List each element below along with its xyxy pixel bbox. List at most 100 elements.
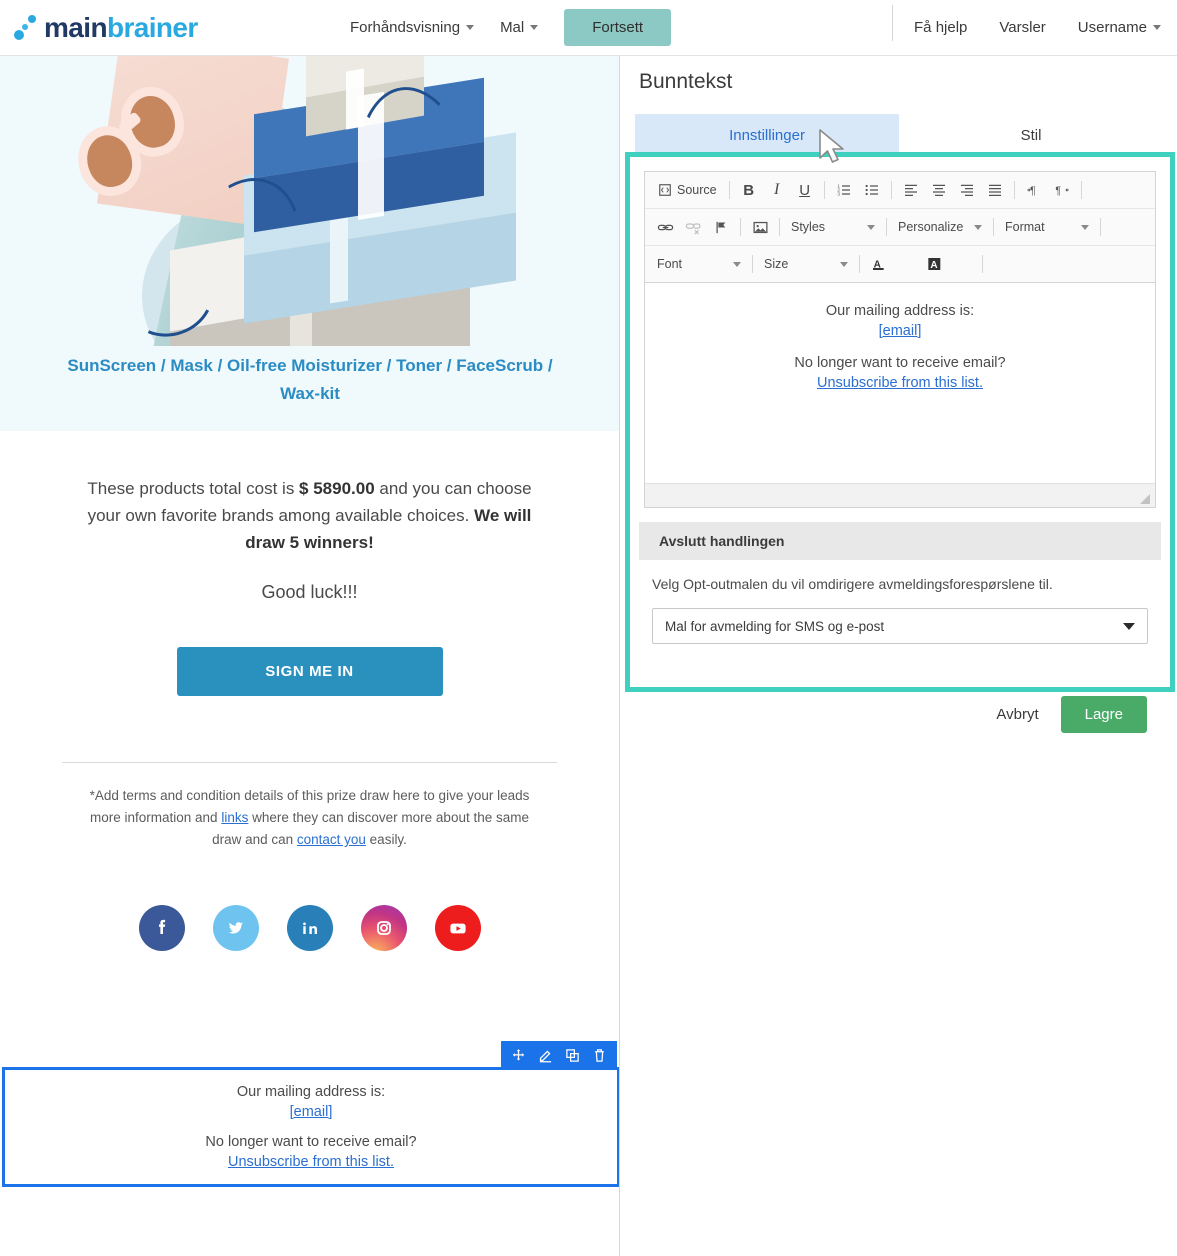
resize-grip-icon[interactable] [1140,494,1150,504]
link-icon[interactable] [652,214,678,240]
align-justify-icon[interactable] [982,177,1008,203]
nav-label-mal: Mal [500,19,525,36]
terms-link-contact-you[interactable]: contact you [297,832,366,847]
nav-label-forhandsvisning: Forhåndsvisning [350,19,461,36]
size-dropdown[interactable]: Size [758,252,854,276]
twitter-icon[interactable] [212,905,259,951]
settings-panel: Bunntekst Innstillinger Stil Source B I … [621,56,1177,1256]
footer-unsubscribe-link[interactable]: Unsubscribe from this list. [228,1154,394,1170]
email-preview-panel: SunScreen / Mask / Oil-free Moisturizer … [0,56,620,1256]
align-center-icon[interactable] [926,177,952,203]
text-color-icon[interactable]: A [866,251,892,277]
settings-tabs: Innstillinger Stil [635,114,1163,157]
chevron-down-icon [974,224,982,230]
numbered-list-icon[interactable]: 123 [831,177,857,203]
duplicate-icon[interactable] [565,1048,580,1063]
instagram-icon[interactable] [360,905,407,951]
logo-text-brainer: brainer [106,11,198,43]
editor-content-area[interactable]: Our mailing address is: [email] No longe… [645,283,1155,483]
move-icon[interactable] [511,1048,526,1063]
good-luck-text: Good luck!!! [261,582,358,602]
chevron-down-icon [1081,224,1089,230]
text-direction-ltr-icon[interactable]: ¶ [1021,177,1047,203]
editor-status-bar [645,483,1155,507]
image-icon[interactable] [747,214,773,240]
align-left-icon[interactable] [898,177,924,203]
editor-unsub-question: No longer want to receive email? [794,355,1006,371]
text-color-chevron-icon[interactable] [894,251,920,277]
editor-toolbar-row-3: Font Size A A [645,246,1155,283]
background-color-chevron-icon[interactable] [950,251,976,277]
hero-section[interactable]: SunScreen / Mask / Oil-free Moisturizer … [0,56,619,431]
terms-paragraph[interactable]: *Add terms and condition details of this… [0,785,619,851]
styles-dropdown[interactable]: Styles [785,215,881,239]
facebook-icon[interactable] [138,905,185,951]
body-text-part1: These products total cost is [87,479,300,498]
underline-button[interactable]: U [792,177,818,203]
align-right-icon[interactable] [954,177,980,203]
background-color-icon[interactable]: A [922,251,948,277]
sign-me-in-button[interactable]: SIGN ME IN [176,647,443,696]
editor-toolbar-row-2: Styles Personalize Format [645,209,1155,246]
nav-item-notifications[interactable]: Varsler [999,19,1045,36]
editor-unsubscribe-link[interactable]: Unsubscribe from this list. [817,375,983,391]
edit-icon[interactable] [538,1048,553,1063]
horizontal-divider [62,762,557,763]
svg-text:¶: ¶ [1055,185,1061,197]
cancel-button[interactable]: Avbryt [996,706,1038,723]
nav-label-notifications: Varsler [999,19,1046,36]
footer-unsub-question: No longer want to receive email? [205,1134,417,1150]
text-direction-rtl-icon[interactable]: ¶ [1049,177,1075,203]
rich-text-editor: Source B I U 123 ¶ ¶ Styles Personalize … [644,171,1156,508]
gift-boxes-photo [58,56,558,346]
format-dropdown[interactable]: Format [999,215,1095,239]
optout-select-wrapper: Mal for avmelding for SMS og e-post [630,592,1170,644]
styles-dropdown-label: Styles [791,220,826,234]
italic-button[interactable]: I [764,177,790,203]
delete-icon[interactable] [592,1048,607,1063]
body-paragraph[interactable]: These products total cost is $ 5890.00 a… [0,475,619,556]
tab-innstillinger[interactable]: Innstillinger [635,114,899,157]
svg-text:A: A [930,260,937,271]
svg-text:3: 3 [837,191,840,196]
terms-link-links[interactable]: links [221,810,248,825]
app-header: mainbrainer Forhåndsvisning Mal Fortsett… [0,0,1177,56]
social-links-row [0,905,619,951]
continue-button[interactable]: Fortsett [564,9,672,46]
footer-address-label: Our mailing address is: [236,1084,386,1100]
nav-item-help[interactable]: Få hjelp [914,19,967,36]
section-description: Velg Opt-outmalen du vil omdirigere avme… [652,576,1053,592]
optout-template-select[interactable]: Mal for avmelding for SMS og e-post [652,608,1148,644]
personalize-dropdown[interactable]: Personalize [892,215,988,239]
app-logo[interactable]: mainbrainer [14,12,314,44]
font-dropdown-label: Font [657,257,683,271]
selected-footer-block[interactable]: Our mailing address is: [email] No longe… [2,1041,619,1187]
tab-stil[interactable]: Stil [899,114,1163,157]
source-button[interactable]: Source [652,177,723,203]
youtube-icon[interactable] [434,905,481,951]
bulleted-list-icon[interactable] [859,177,885,203]
save-button[interactable]: Lagre [1060,696,1147,733]
section-heading-avslutt: Avslutt handlingen [639,522,1161,560]
unlink-icon [680,214,706,240]
chevron-down-icon [733,261,741,267]
bold-button[interactable]: B [736,177,762,203]
nav-item-username[interactable]: Username [1078,19,1161,36]
highlighted-settings-area: Source B I U 123 ¶ ¶ Styles Personalize … [625,152,1175,692]
anchor-flag-icon[interactable] [708,214,734,240]
format-dropdown-label: Format [1005,220,1045,234]
chevron-down-icon [867,224,875,230]
nav-item-mal[interactable]: Mal [500,19,539,36]
editor-email-link[interactable]: [email] [879,323,922,339]
footer-email-link[interactable]: [email] [290,1104,333,1120]
form-actions: Avbryt Lagre [996,696,1147,733]
user-nav: Få hjelp Varsler Username [892,5,1161,41]
logo-text-main: main [44,11,108,43]
font-dropdown[interactable]: Font [651,252,747,276]
chevron-down-icon [466,25,475,30]
editor-toolbar-row-1: Source B I U 123 ¶ ¶ [645,172,1155,209]
chevron-down-icon [1123,622,1135,630]
linkedin-icon[interactable] [286,905,333,951]
nav-item-forhandsvisning[interactable]: Forhåndsvisning [350,19,475,36]
chevron-down-icon [530,25,539,30]
